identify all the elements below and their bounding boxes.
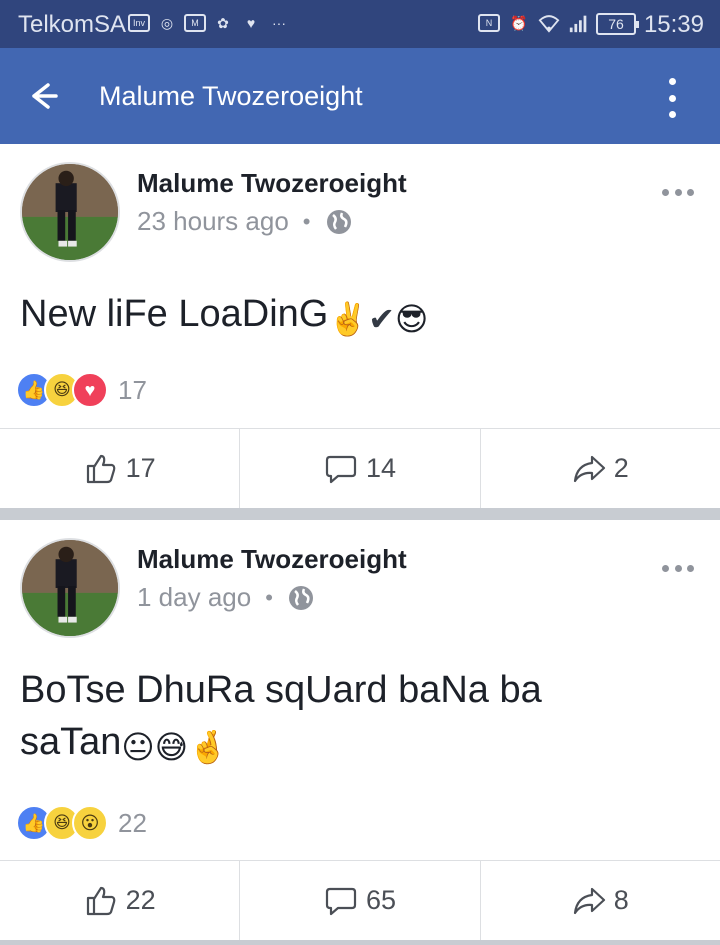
reaction-summary[interactable]: 👍 😆 ♥ 17 — [16, 372, 147, 408]
post-meta: 23 hours ago • — [137, 206, 353, 237]
thumbs-up-icon — [86, 886, 115, 915]
globe-icon — [326, 209, 351, 234]
victory-hand-emoji: ✌️ — [328, 301, 369, 337]
alarm-icon: ⏰ — [510, 14, 528, 31]
reaction-count: 22 — [118, 807, 147, 838]
reaction-summary[interactable]: 👍 😆 😮 22 — [16, 805, 147, 841]
like-count: 17 — [125, 453, 156, 483]
carrier-name: TelkomSA — [18, 11, 127, 38]
notification-icons: Inv ◎ M ✿ ♥ ··· — [128, 12, 290, 34]
crossed-fingers-emoji: 🤞 — [188, 729, 228, 765]
comment-count: 65 — [365, 885, 397, 915]
like-button[interactable]: 22 — [0, 861, 241, 940]
love-reaction-icon: ♥ — [72, 372, 108, 408]
post-author[interactable]: Malume Twozeroeight — [137, 544, 407, 575]
post-card: Malume Twozeroeight 23 hours ago • New l… — [0, 144, 720, 508]
post-text: New liFe LoaDinG✌️✔😎 — [20, 288, 700, 345]
post-text-line-2: saTan😐😅🤞 — [20, 716, 700, 773]
meta-dot: • — [265, 584, 273, 610]
sweat-smile-emoji: 😅 — [154, 729, 189, 765]
neutral-face-emoji: 😐 — [121, 729, 155, 765]
signal-icon — [568, 12, 590, 34]
comment-icon — [325, 887, 357, 915]
page-title: Malume Twozeroeight — [99, 81, 363, 111]
share-icon — [573, 887, 605, 914]
gmail-icon: M — [184, 14, 206, 32]
chrome-icon: ◎ — [160, 14, 174, 31]
comment-button[interactable]: 65 — [240, 861, 481, 940]
share-count: 8 — [613, 885, 629, 915]
cnbc-icon: ✿ — [217, 14, 229, 31]
messenger-icon: ♥ — [246, 15, 256, 31]
comment-icon — [325, 455, 357, 483]
nfc-icon: N — [478, 14, 500, 32]
system-icons: N ⏰ — [478, 12, 590, 34]
post-text: BoTse DhuRa sqUard baNa ba saTan😐😅🤞 — [20, 664, 700, 773]
post-actions: 17 14 2 — [0, 428, 720, 508]
post-timestamp[interactable]: 23 hours ago — [137, 206, 289, 237]
post-meta: 1 day ago • — [137, 582, 315, 613]
post-card: Malume Twozeroeight 1 day ago • BoTse Dh… — [0, 520, 720, 945]
reaction-count: 17 — [118, 374, 147, 405]
post-text-line-1: BoTse DhuRa sqUard baNa ba — [20, 669, 542, 711]
share-button[interactable]: 8 — [481, 861, 720, 940]
feed-separator — [0, 940, 720, 945]
battery-indicator: 76 — [596, 13, 639, 35]
sunglasses-emoji: 😎 — [395, 301, 429, 337]
overflow-menu-icon[interactable] — [660, 78, 684, 118]
post-actions: 22 65 8 — [0, 860, 720, 940]
avatar[interactable] — [20, 538, 120, 638]
wow-reaction-icon: 😮 — [72, 805, 108, 841]
back-arrow-icon[interactable] — [30, 78, 62, 114]
like-count: 22 — [125, 885, 156, 915]
app-bar: Malume Twozeroeight — [0, 48, 720, 144]
post-author[interactable]: Malume Twozeroeight — [137, 168, 407, 199]
share-button[interactable]: 2 — [481, 429, 720, 508]
clock: 15:39 — [643, 11, 704, 38]
like-button[interactable]: 17 — [0, 429, 241, 508]
post-text-content: saTan — [20, 721, 122, 763]
thumbs-up-icon — [86, 454, 115, 483]
post-options-icon[interactable] — [662, 186, 694, 198]
post-options-icon[interactable] — [662, 562, 694, 574]
share-count: 2 — [613, 453, 629, 483]
status-bar: TelkomSA Inv ◎ M ✿ ♥ ··· N ⏰ 76 15:39 — [0, 0, 720, 48]
more-notifications-icon: ··· — [272, 15, 286, 31]
share-icon — [573, 455, 605, 482]
investing-icon: Inv — [128, 14, 150, 32]
globe-icon — [288, 585, 313, 610]
comment-count: 14 — [365, 453, 397, 483]
avatar[interactable] — [20, 162, 120, 262]
post-timestamp[interactable]: 1 day ago — [137, 582, 251, 613]
check-mark-emoji: ✔ — [368, 301, 395, 337]
meta-dot: • — [302, 208, 311, 234]
wifi-icon — [538, 12, 560, 34]
feed-separator — [0, 508, 720, 520]
post-text-content: New liFe LoaDinG — [20, 293, 329, 335]
comment-button[interactable]: 14 — [240, 429, 481, 508]
